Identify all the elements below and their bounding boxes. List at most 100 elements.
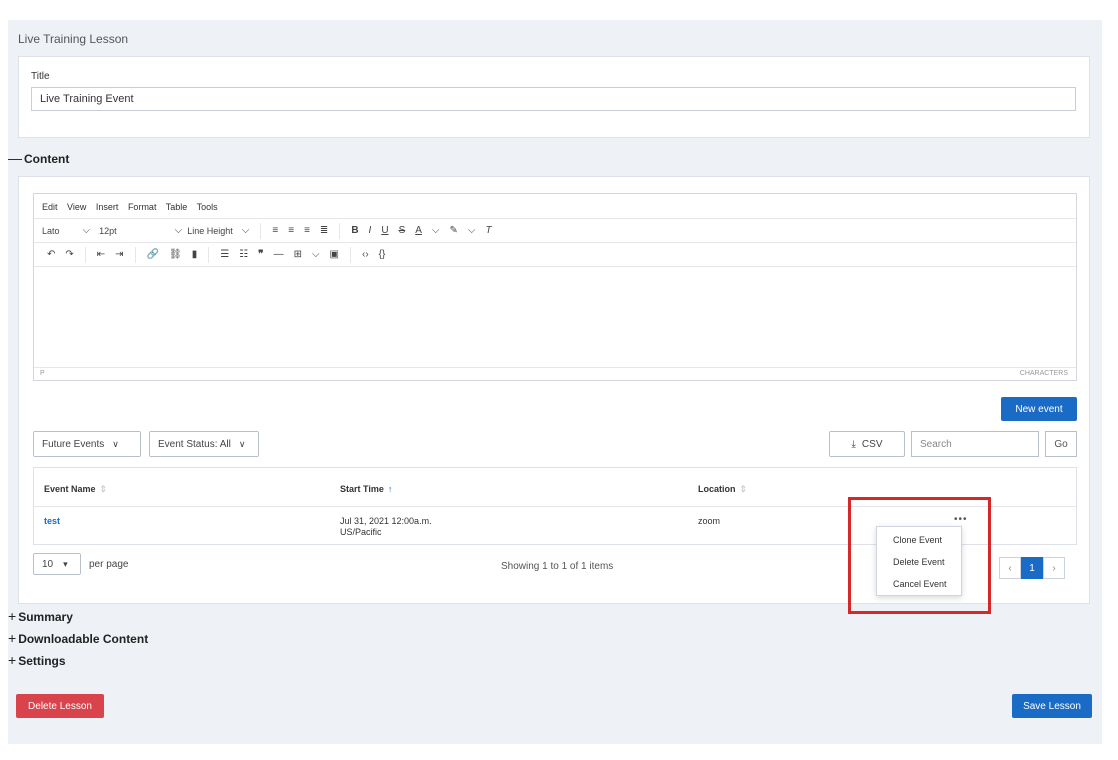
sort-ascending-icon: ↑ [387, 484, 393, 494]
next-page-button[interactable]: › [1043, 557, 1065, 579]
image-icon[interactable]: ▣ [330, 249, 339, 260]
rich-text-editor: Edit View Insert Format Table Tools Lato… [33, 193, 1077, 381]
bookmark-icon[interactable]: ▮ [192, 249, 198, 260]
content-section-toggle[interactable]: — Content [8, 150, 69, 166]
formatting-toolbar: Lato ⌵ 12pt ⌵ Line Height ⌵ ≡ ≡ ≡ ≣ B I … [34, 218, 1076, 242]
sort-icon: ⇕ [99, 484, 108, 494]
lesson-editor-panel: Live Training Lesson Title Live Training… [8, 20, 1102, 744]
chevron-down-icon: ⌵ [467, 225, 476, 236]
expand-icon: + [8, 652, 17, 668]
summary-section-toggle[interactable]: + Summary [8, 608, 73, 624]
toolbar-divider [134, 246, 136, 263]
align-justify-icon[interactable]: ≣ [320, 225, 328, 236]
highlight-box [848, 497, 991, 614]
settings-section-label: Settings [18, 654, 66, 668]
chevron-down-icon: ▾ [63, 558, 68, 569]
toolbar-divider [350, 246, 351, 263]
chevron-down-icon: ⌵ [174, 225, 183, 236]
character-count: CHARACTERS [1019, 370, 1068, 377]
outdent-icon[interactable]: ⇤ [97, 249, 105, 260]
bold-icon[interactable]: B [351, 225, 358, 236]
save-lesson-button[interactable]: Save Lesson [1012, 694, 1092, 718]
strikethrough-icon[interactable]: S [399, 225, 406, 236]
settings-section-toggle[interactable]: + Settings [8, 652, 66, 668]
align-right-icon[interactable]: ≡ [304, 225, 310, 236]
prev-page-button[interactable]: ‹ [999, 557, 1021, 579]
table-icon[interactable]: ⊞ [294, 249, 302, 260]
bullet-list-icon[interactable]: ☰ [220, 249, 229, 260]
link-icon[interactable]: 🔗 [147, 249, 159, 260]
menu-insert[interactable]: Insert [96, 202, 119, 212]
go-button[interactable]: Go [1045, 431, 1077, 457]
page-1-button[interactable]: 1 [1021, 557, 1043, 579]
chevron-down-icon: ⌵ [82, 225, 91, 236]
status-filter-value: Event Status: All [158, 438, 231, 450]
column-header-event-name[interactable]: Event Name ⇕ [44, 484, 107, 495]
chevron-down-icon: ⌵ [311, 249, 320, 260]
expand-icon: + [8, 630, 17, 646]
toolbar-divider [339, 222, 341, 239]
per-page-value: 10 [42, 558, 54, 570]
italic-icon[interactable]: I [369, 225, 372, 236]
indent-icon[interactable]: ⇥ [115, 249, 123, 260]
unlink-icon[interactable]: ⛓ [169, 249, 182, 260]
search-input[interactable]: Search [911, 431, 1039, 457]
menu-table[interactable]: Table [166, 202, 188, 212]
toolbar-divider [208, 246, 210, 263]
csv-export-button[interactable]: ⤓ CSV [829, 431, 905, 457]
title-label: Title [31, 71, 50, 82]
numbered-list-icon[interactable]: ☷ [239, 249, 248, 260]
undo-icon[interactable]: ↶ [47, 249, 55, 260]
title-input[interactable]: Live Training Event [31, 87, 1076, 111]
page-title: Live Training Lesson [18, 32, 129, 46]
download-icon: ⤓ [851, 438, 856, 450]
align-center-icon[interactable]: ≡ [288, 225, 294, 236]
source-code-icon[interactable]: ‹› [362, 249, 369, 260]
blockquote-icon[interactable]: ❞ [258, 249, 263, 260]
new-event-button[interactable]: New event [1001, 397, 1077, 421]
time-filter-dropdown[interactable]: Future Events ∨ [33, 431, 141, 457]
highlight-color-icon[interactable]: ✎ [450, 225, 458, 236]
menu-tools[interactable]: Tools [197, 202, 218, 212]
align-left-icon[interactable]: ≡ [272, 225, 278, 236]
menu-view[interactable]: View [67, 202, 86, 212]
event-start-time: Jul 31, 2021 12:00a.m. US/Pacific [340, 516, 432, 537]
editor-status-bar: P CHARACTERS [34, 367, 1076, 380]
chevron-down-icon: ⌵ [431, 225, 440, 236]
content-section-label: Content [24, 152, 70, 166]
menu-edit[interactable]: Edit [42, 202, 58, 212]
clear-format-icon[interactable]: T [485, 225, 491, 236]
event-location: zoom [698, 516, 721, 526]
downloadable-section-label: Downloadable Content [18, 632, 149, 646]
line-height-select[interactable]: Line Height [187, 226, 233, 236]
text-color-icon[interactable]: A [415, 225, 422, 236]
font-size-select[interactable]: 12pt [99, 226, 117, 236]
event-name-link[interactable]: test [44, 516, 60, 527]
csv-label: CSV [861, 438, 883, 450]
editor-menubar: Edit View Insert Format Table Tools [34, 194, 1076, 218]
chevron-down-icon: ⌵ [241, 225, 250, 236]
insert-toolbar: ↶ ↷ ⇤ ⇥ 🔗 ⛓ ▮ ☰ ☷ ❞ — ⊞ ⌵ ▣ ‹› {} [34, 242, 1076, 266]
template-variable-icon[interactable]: {} [379, 249, 386, 260]
delete-lesson-button[interactable]: Delete Lesson [16, 694, 104, 718]
collapse-icon: — [8, 150, 22, 166]
pagination-summary: Showing 1 to 1 of 1 items [501, 561, 614, 572]
editor-text-area[interactable] [34, 266, 1076, 369]
title-card: Title Live Training Event [18, 56, 1090, 138]
menu-format[interactable]: Format [128, 202, 157, 212]
toolbar-divider [260, 222, 262, 239]
redo-icon[interactable]: ↷ [65, 249, 73, 260]
column-header-start-time[interactable]: Start Time ↑ [340, 484, 392, 494]
underline-icon[interactable]: U [381, 225, 388, 236]
status-filter-dropdown[interactable]: Event Status: All ∨ [149, 431, 259, 457]
font-family-select[interactable]: Lato [42, 226, 60, 236]
element-path: P [40, 370, 45, 377]
sort-icon: ⇕ [739, 484, 748, 494]
per-page-label: per page [89, 559, 129, 570]
summary-section-label: Summary [18, 610, 73, 624]
horizontal-rule-icon[interactable]: — [274, 249, 284, 260]
per-page-select[interactable]: 10 ▾ [33, 553, 81, 575]
column-header-location[interactable]: Location ⇕ [698, 484, 747, 495]
downloadable-section-toggle[interactable]: + Downloadable Content [8, 630, 148, 646]
time-filter-value: Future Events [42, 438, 105, 450]
